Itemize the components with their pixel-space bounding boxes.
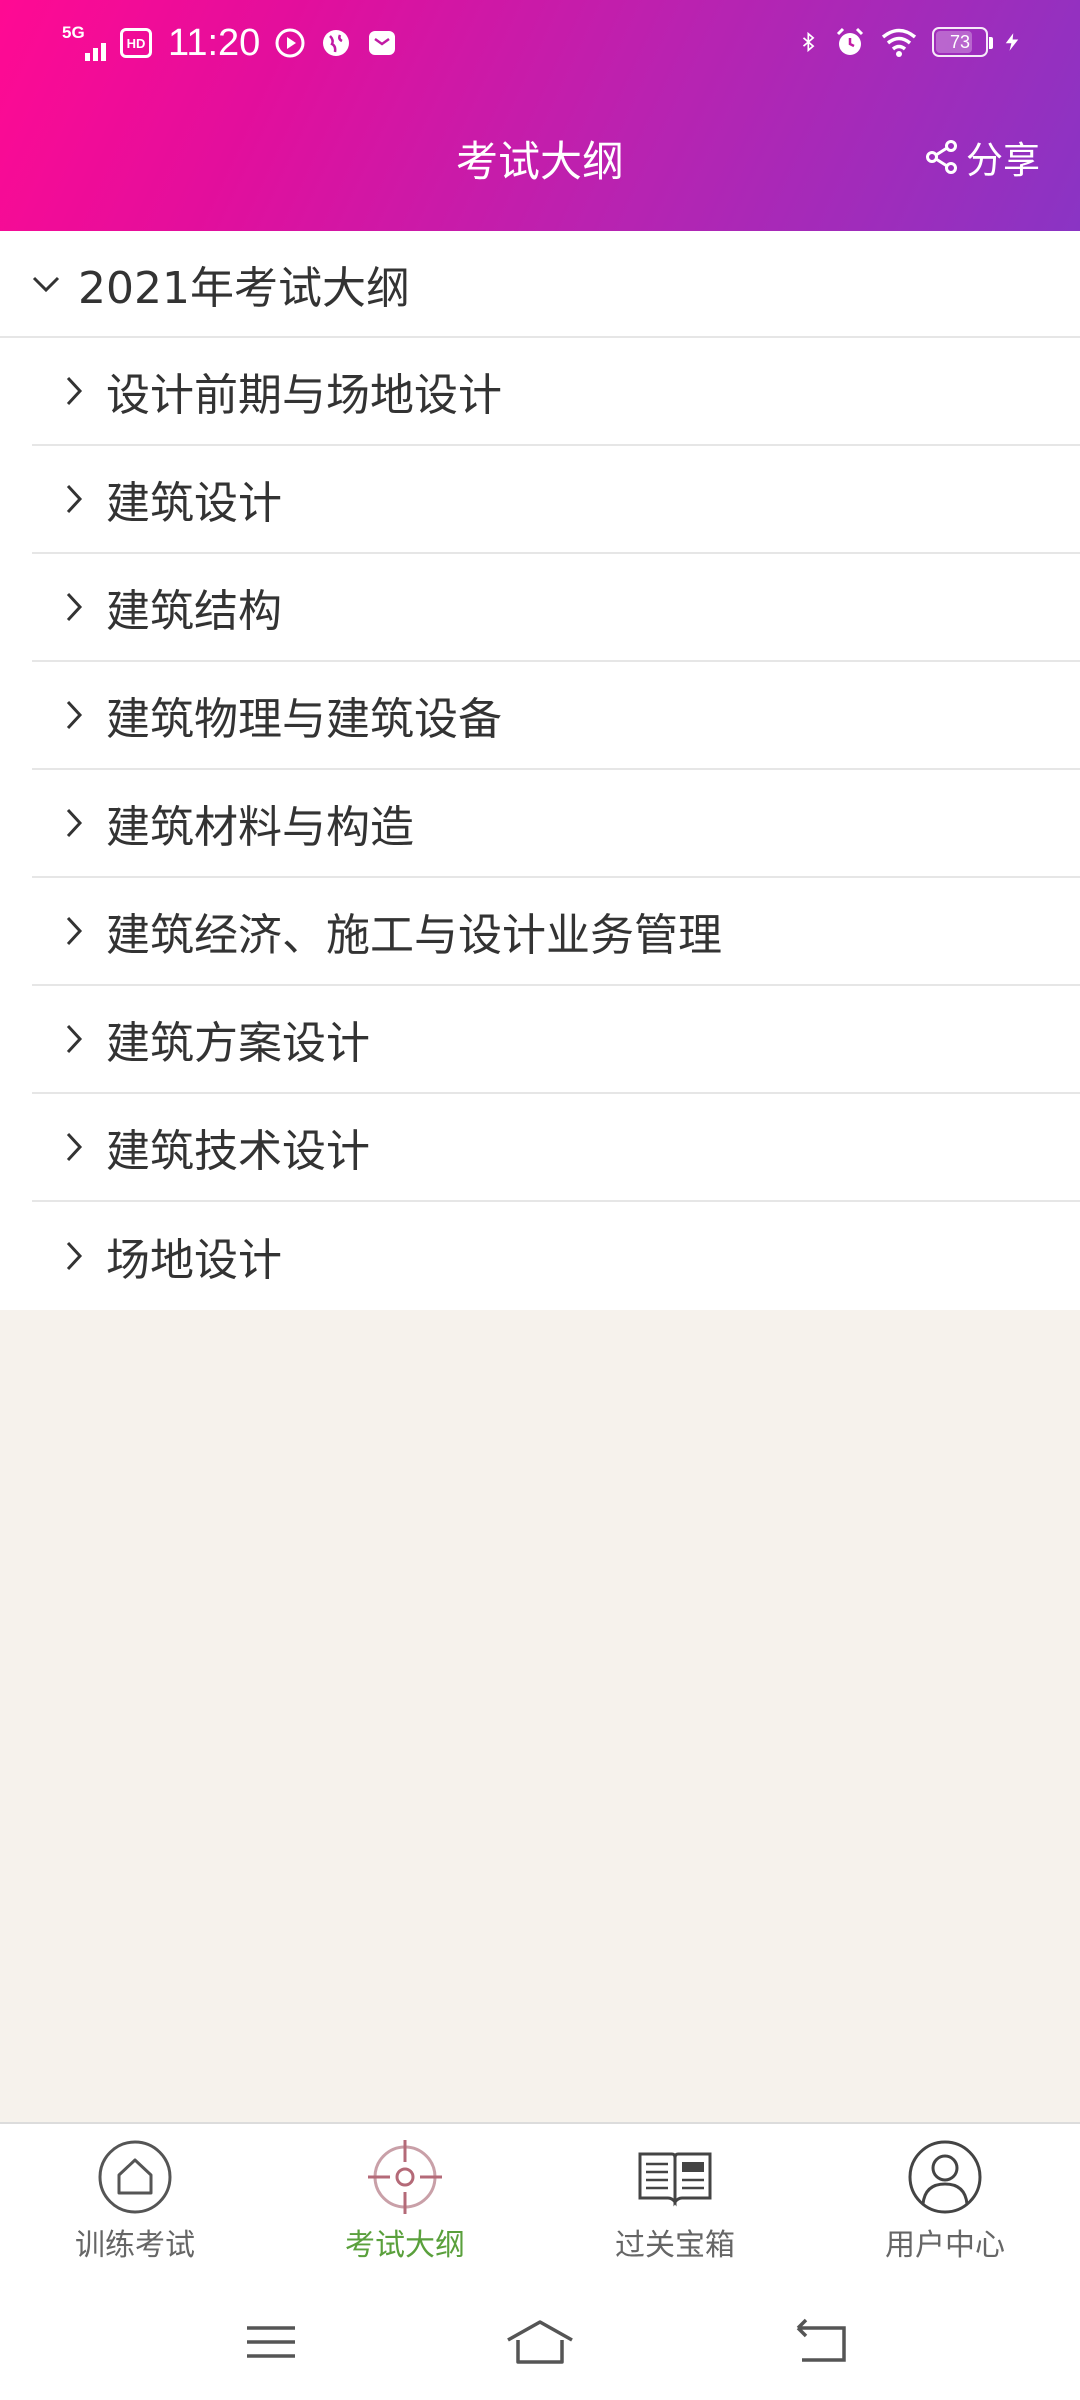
status-bar: 5G HD 11:20 73 bbox=[0, 0, 1080, 84]
chevron-right-icon bbox=[66, 808, 83, 838]
tab-label: 训练考试 bbox=[75, 2228, 195, 2263]
outline-item[interactable]: 建筑设计 bbox=[32, 446, 1080, 554]
outline-item[interactable]: 建筑物理与建筑设备 bbox=[32, 662, 1080, 770]
outline-item-label: 建筑设计 bbox=[106, 478, 282, 529]
outline-item-label: 建筑结构 bbox=[106, 586, 282, 637]
back-icon[interactable] bbox=[792, 2312, 852, 2372]
outline-item-label: 场地设计 bbox=[106, 1235, 282, 1286]
hd-icon: HD bbox=[120, 28, 152, 58]
user-icon bbox=[908, 2140, 982, 2214]
chevron-right-icon bbox=[66, 484, 83, 514]
share-icon bbox=[926, 140, 957, 174]
chevron-down-icon bbox=[32, 276, 60, 292]
chevron-right-icon bbox=[66, 1241, 83, 1271]
outline-item-label: 建筑物理与建筑设备 bbox=[106, 694, 502, 745]
chevron-right-icon bbox=[66, 916, 83, 946]
home-nav-icon[interactable] bbox=[500, 2312, 580, 2372]
tab-pass-treasure[interactable]: 过关宝箱 bbox=[540, 2124, 810, 2282]
tab-training-exam[interactable]: 训练考试 bbox=[0, 2124, 270, 2282]
outline-list: 2021年考试大纲 设计前期与场地设计 建筑设计 建筑结构 建筑物理与建筑设备 … bbox=[0, 231, 1080, 1310]
outline-item[interactable]: 建筑材料与构造 bbox=[32, 770, 1080, 878]
chevron-right-icon bbox=[66, 376, 83, 406]
home-icon bbox=[98, 2140, 172, 2214]
outline-item[interactable]: 建筑结构 bbox=[32, 554, 1080, 662]
outline-item-label: 建筑经济、施工与设计业务管理 bbox=[106, 910, 722, 961]
outline-item-label: 设计前期与场地设计 bbox=[106, 370, 502, 421]
chevron-right-icon bbox=[66, 592, 83, 622]
globe-icon bbox=[323, 30, 350, 56]
outline-item[interactable]: 场地设计 bbox=[32, 1202, 1080, 1310]
outline-group-header[interactable]: 2021年考试大纲 bbox=[0, 231, 1080, 338]
outline-item[interactable]: 设计前期与场地设计 bbox=[32, 338, 1080, 446]
outline-item-label: 建筑方案设计 bbox=[106, 1018, 370, 1069]
book-icon bbox=[638, 2152, 712, 2207]
outline-item-label: 建筑技术设计 bbox=[106, 1126, 370, 1177]
cellular-signal-icon: 5G bbox=[62, 23, 106, 63]
status-time: 11:20 bbox=[168, 21, 261, 64]
share-button[interactable]: 分享 bbox=[924, 130, 1040, 184]
alarm-icon bbox=[836, 27, 864, 55]
tab-label: 用户中心 bbox=[885, 2228, 1005, 2263]
chevron-right-icon bbox=[66, 700, 83, 730]
tab-exam-outline[interactable]: 考试大纲 bbox=[270, 2124, 540, 2282]
outline-item[interactable]: 建筑技术设计 bbox=[32, 1094, 1080, 1202]
target-icon bbox=[368, 2140, 442, 2214]
page-title: 考试大纲 bbox=[455, 137, 624, 186]
system-navigation-bar bbox=[0, 2282, 1080, 2400]
outline-group-label: 2021年考试大纲 bbox=[78, 262, 410, 314]
chevron-right-icon bbox=[66, 1024, 83, 1054]
charging-icon bbox=[1005, 33, 1019, 51]
wifi-icon bbox=[881, 28, 917, 57]
tab-label: 考试大纲 bbox=[345, 2228, 465, 2263]
battery-icon: 73 bbox=[932, 27, 993, 57]
outline-item[interactable]: 建筑方案设计 bbox=[32, 986, 1080, 1094]
menu-icon[interactable] bbox=[241, 2312, 301, 2372]
chevron-right-icon bbox=[66, 1132, 83, 1162]
bluetooth-icon bbox=[802, 31, 815, 53]
app-header: 5G HD 11:20 73 考试大纲 分享 bbox=[0, 0, 1080, 231]
bottom-tab-bar: 训练考试 考试大纲 过关宝箱 用户中心 bbox=[0, 2122, 1080, 2282]
tab-label: 过关宝箱 bbox=[615, 2228, 735, 2263]
message-icon bbox=[369, 31, 396, 55]
share-label: 分享 bbox=[966, 139, 1040, 182]
outline-item[interactable]: 建筑经济、施工与设计业务管理 bbox=[32, 878, 1080, 986]
tab-user-center[interactable]: 用户中心 bbox=[810, 2124, 1080, 2282]
play-icon bbox=[275, 28, 305, 58]
outline-item-label: 建筑材料与构造 bbox=[106, 802, 414, 853]
